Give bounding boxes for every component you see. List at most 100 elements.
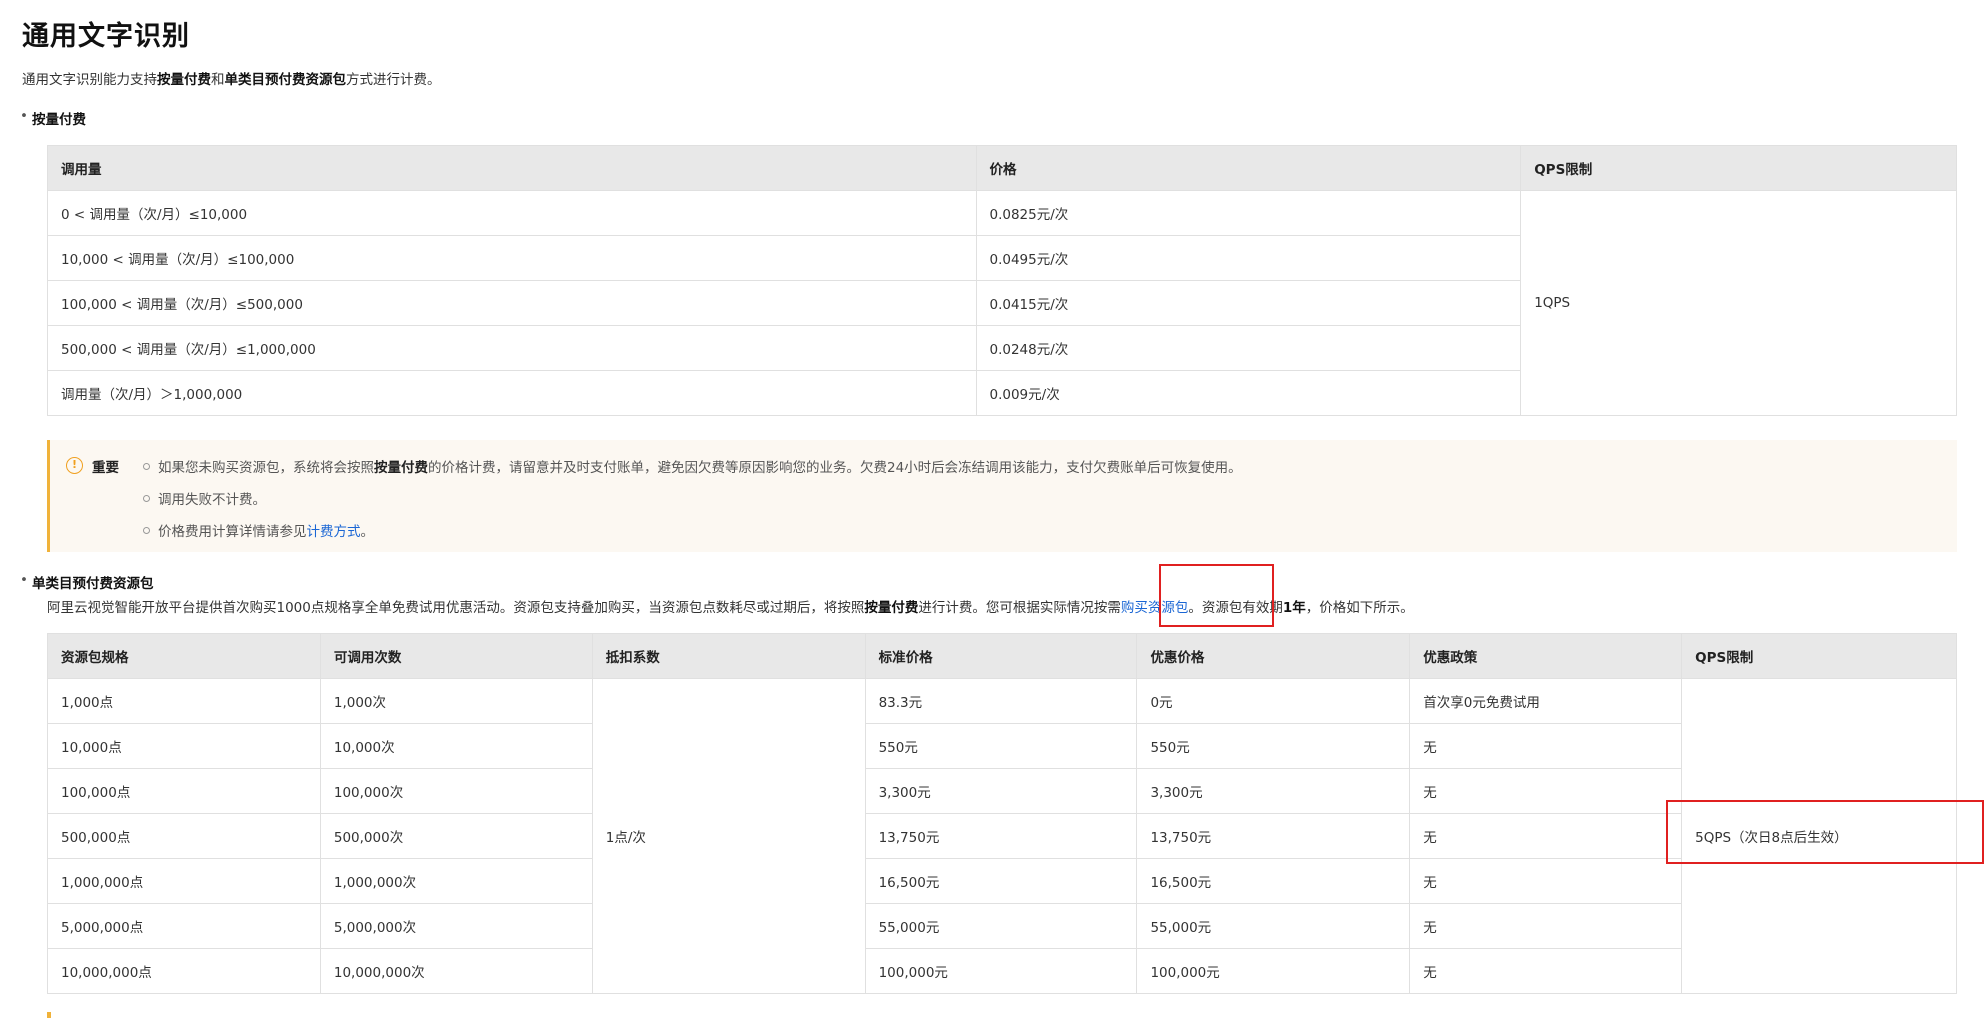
- table-header-row: 资源包规格 可调用次数 抵扣系数 标准价格 优惠价格 优惠政策 QPS限制: [47, 633, 1957, 679]
- column-header: 优惠政策: [1409, 633, 1683, 679]
- calls-cell: 5,000,000次: [319, 903, 593, 949]
- policy-cell: 首次享0元免费试用: [1409, 678, 1683, 724]
- calls-cell: 10,000,000次: [319, 948, 593, 994]
- price-cell: 0.009元/次: [975, 370, 1522, 416]
- section-heading-payg: 按量付费: [20, 108, 86, 128]
- pack-desc-text: 阿里云视觉智能开放平台提供首次购买1000点规格享全单免费试用优惠活动。资源包支…: [47, 600, 865, 616]
- column-header: QPS限制: [1681, 633, 1957, 679]
- notice-item: 价格费用计算详情请参见计费方式。: [143, 520, 375, 540]
- standard-price-cell: 83.3元: [864, 678, 1138, 724]
- buy-pack-link[interactable]: 购买资源包: [1121, 600, 1189, 616]
- qps-cell: 5QPS（次日8点后生效）: [1681, 678, 1957, 994]
- standard-price-cell: 16,500元: [864, 858, 1138, 904]
- spec-cell: 1,000点: [47, 678, 321, 724]
- pack-desc-text: 。资源包有效期: [1188, 600, 1283, 616]
- resource-pack-table: 资源包规格 可调用次数 抵扣系数 标准价格 优惠价格 优惠政策 QPS限制 1,…: [47, 633, 1957, 994]
- column-header: 调用量: [47, 145, 977, 191]
- table-row: 5,000,000点 5,000,000次 55,000元 55,000元 无: [47, 903, 1957, 949]
- table-row: 10,000点 10,000次 550元 550元 无: [47, 723, 1957, 769]
- pack-desc-bold: 1年: [1282, 600, 1306, 616]
- price-cell: 0.0825元/次: [975, 190, 1522, 236]
- pack-desc-text: ，价格如下所示。: [1305, 600, 1414, 616]
- intro-text: 方式进行计费。: [346, 72, 441, 88]
- volume-cell: 500,000 < 调用量（次/月）≤1,000,000: [47, 325, 977, 371]
- pack-description: 阿里云视觉智能开放平台提供首次购买1000点规格享全单免费试用优惠活动。资源包支…: [47, 596, 1414, 616]
- billing-method-link[interactable]: 计费方式: [307, 524, 361, 540]
- notice-text: 的价格计费，请留意并及时支付账单，避免因欠费等原因影响您的业务。欠费24小时后会…: [428, 460, 1242, 476]
- intro-bold-payg: 按量付费: [157, 72, 211, 88]
- promo-price-cell: 550元: [1136, 723, 1411, 769]
- column-header: 抵扣系数: [591, 633, 866, 679]
- column-header: 优惠价格: [1136, 633, 1411, 679]
- volume-cell: 10,000 < 调用量（次/月）≤100,000: [47, 235, 977, 281]
- spec-cell: 10,000点: [47, 723, 321, 769]
- pack-desc-bold: 按量付费: [864, 600, 919, 616]
- calls-cell: 10,000次: [319, 723, 593, 769]
- promo-price-cell: 100,000元: [1136, 948, 1411, 994]
- page-title: 通用文字识别: [22, 21, 190, 52]
- standard-price-cell: 100,000元: [864, 948, 1138, 994]
- policy-cell: 无: [1409, 858, 1683, 904]
- qps-cell: 1QPS: [1520, 190, 1957, 416]
- intro-bold-pack: 单类目预付费资源包: [224, 72, 347, 88]
- spec-cell: 1,000,000点: [47, 858, 321, 904]
- notice-item: 调用失败不计费。: [143, 488, 266, 508]
- policy-cell: 无: [1409, 813, 1683, 859]
- promo-price-cell: 16,500元: [1136, 858, 1411, 904]
- spec-cell: 100,000点: [47, 768, 321, 814]
- promo-price-cell: 3,300元: [1136, 768, 1411, 814]
- notice-text: 如果您未购买资源包，系统将会按照: [158, 460, 374, 476]
- table-row: 500,000点 500,000次 13,750元 13,750元 无: [47, 813, 1957, 859]
- intro-paragraph: 通用文字识别能力支持按量付费和单类目预付费资源包方式进行计费。: [22, 68, 441, 88]
- column-header: 资源包规格: [47, 633, 321, 679]
- spec-cell: 5,000,000点: [47, 903, 321, 949]
- table-row: 10,000,000点 10,000,000次 100,000元 100,000…: [47, 948, 1957, 994]
- table-row: 0 < 调用量（次/月）≤10,000 0.0825元/次 1QPS: [47, 190, 1957, 416]
- calls-cell: 1,000次: [319, 678, 593, 724]
- promo-price-cell: 13,750元: [1136, 813, 1411, 859]
- spec-cell: 10,000,000点: [47, 948, 321, 994]
- calls-cell: 100,000次: [319, 768, 593, 814]
- notice-item: 如果您未购买资源包，系统将会按照按量付费的价格计费，请留意并及时支付账单，避免因…: [143, 456, 1242, 476]
- notice-text: 价格费用计算详情请参见: [158, 524, 307, 540]
- table-row: 100,000点 100,000次 3,300元 3,300元 无: [47, 768, 1957, 814]
- spec-cell: 500,000点: [47, 813, 321, 859]
- payg-price-table: 调用量 价格 QPS限制 0 < 调用量（次/月）≤10,000 0.0825元…: [47, 145, 1957, 416]
- important-notice: ! 重要 如果您未购买资源包，系统将会按照按量付费的价格计费，请留意并及时支付账…: [47, 440, 1957, 552]
- promo-price-cell: 55,000元: [1136, 903, 1411, 949]
- standard-price-cell: 3,300元: [864, 768, 1138, 814]
- table-row: 1,000,000点 1,000,000次 16,500元 16,500元 无: [47, 858, 1957, 904]
- table-header-row: 调用量 价格 QPS限制: [47, 145, 1957, 191]
- policy-cell: 无: [1409, 768, 1683, 814]
- notice-text: 。: [360, 524, 375, 540]
- calls-cell: 1,000,000次: [319, 858, 593, 904]
- notice-bold: 按量付费: [374, 460, 428, 476]
- standard-price-cell: 55,000元: [864, 903, 1138, 949]
- table-row: 1,000点 1,000次 1点/次 83.3元 0元 首次享0元免费试用 5Q…: [47, 678, 1957, 994]
- price-cell: 0.0415元/次: [975, 280, 1522, 326]
- promo-price-cell: 0元: [1136, 678, 1411, 724]
- warning-icon: !: [66, 457, 83, 474]
- next-notice-edge: [47, 1012, 51, 1018]
- column-header: QPS限制: [1520, 145, 1957, 191]
- policy-cell: 无: [1409, 903, 1683, 949]
- standard-price-cell: 550元: [864, 723, 1138, 769]
- notice-label: 重要: [92, 460, 119, 476]
- volume-cell: 100,000 < 调用量（次/月）≤500,000: [47, 280, 977, 326]
- intro-text: 和: [211, 72, 225, 88]
- column-header: 可调用次数: [319, 633, 593, 679]
- volume-cell: 0 < 调用量（次/月）≤10,000: [47, 190, 977, 236]
- standard-price-cell: 13,750元: [864, 813, 1138, 859]
- price-cell: 0.0495元/次: [975, 235, 1522, 281]
- column-header: 标准价格: [864, 633, 1138, 679]
- price-cell: 0.0248元/次: [975, 325, 1522, 371]
- policy-cell: 无: [1409, 723, 1683, 769]
- policy-cell: 无: [1409, 948, 1683, 994]
- pack-desc-text: 进行计费。您可根据实际情况按需: [918, 600, 1121, 616]
- column-header: 价格: [975, 145, 1522, 191]
- intro-text: 通用文字识别能力支持: [22, 72, 157, 88]
- calls-cell: 500,000次: [319, 813, 593, 859]
- volume-cell: 调用量（次/月）＞1,000,000: [47, 370, 977, 416]
- section-heading-pack: 单类目预付费资源包: [20, 572, 153, 592]
- deduction-cell: 1点/次: [591, 678, 866, 994]
